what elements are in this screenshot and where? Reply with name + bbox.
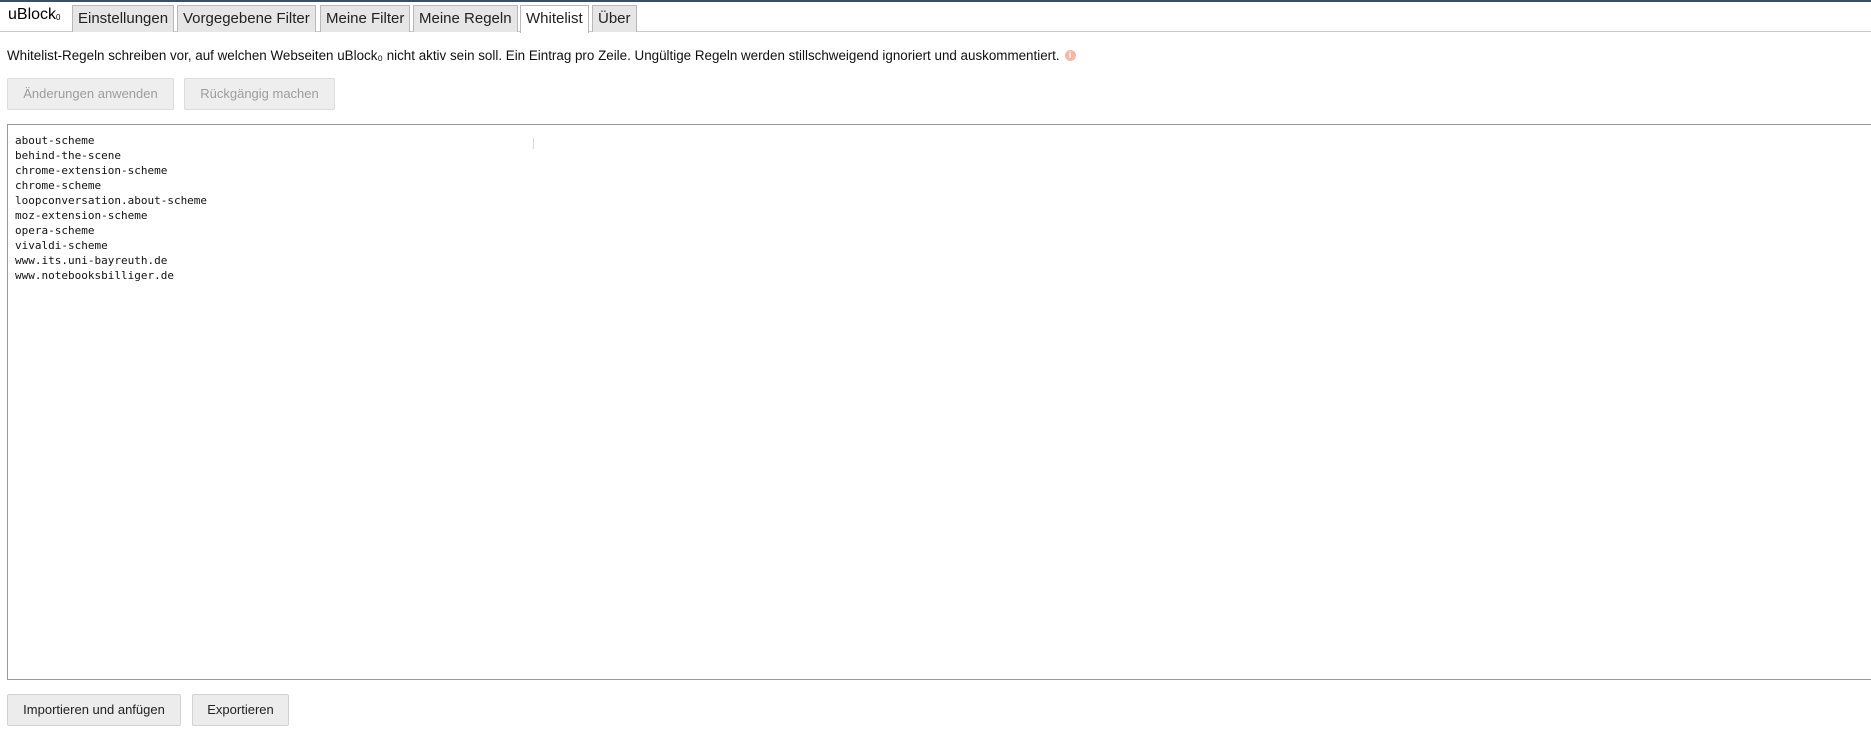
tab-meine-filter[interactable]: Meine Filter — [320, 5, 411, 32]
whitelist-entry: www.notebooksbilliger.de — [15, 269, 174, 282]
whitelist-entry: chrome-scheme — [15, 179, 102, 192]
tab-einstellungen[interactable]: Einstellungen — [72, 5, 175, 32]
whitelist-entry: www.its.uni-bayreuth.de — [15, 254, 168, 267]
whitelist-editor[interactable]: about-scheme behind-the-scene chrome-ext… — [7, 124, 1871, 680]
whitelist-entry: vivaldi-scheme — [15, 239, 108, 252]
whitelist-description: Whitelist-Regeln schreiben vor, auf welc… — [7, 48, 1076, 63]
import-append-button[interactable]: Importieren und anfügen — [7, 694, 181, 726]
whitelist-entry: chrome-extension-scheme — [15, 164, 168, 177]
whitelist-entry: loopconversation.about-scheme — [15, 194, 208, 207]
whitelist-entry: about-scheme — [15, 134, 95, 147]
whitelist-entries: about-scheme behind-the-scene chrome-ext… — [15, 133, 207, 283]
tab-meine-regeln[interactable]: Meine Regeln — [413, 5, 518, 32]
text-cursor-icon — [533, 138, 534, 149]
whitelist-entry: behind-the-scene — [15, 149, 121, 162]
info-icon[interactable]: i — [1064, 49, 1076, 61]
window-top-border — [0, 0, 1871, 2]
tab-ueber[interactable]: Über — [592, 5, 637, 32]
tab-vorgegebene-filter[interactable]: Vorgegebene Filter — [177, 5, 316, 32]
description-text: Whitelist-Regeln schreiben vor, auf welc… — [7, 48, 1060, 63]
whitelist-entry: moz-extension-scheme — [15, 209, 148, 222]
brand-suffix: 0 — [56, 13, 61, 22]
apply-changes-button[interactable]: Änderungen anwenden — [7, 78, 174, 110]
brand-logo: uBlock0 — [8, 6, 61, 23]
tab-whitelist[interactable]: Whitelist — [520, 5, 589, 33]
revert-button[interactable]: Rückgängig machen — [184, 78, 335, 110]
whitelist-entry: opera-scheme — [15, 224, 95, 237]
export-button[interactable]: Exportieren — [192, 694, 289, 726]
